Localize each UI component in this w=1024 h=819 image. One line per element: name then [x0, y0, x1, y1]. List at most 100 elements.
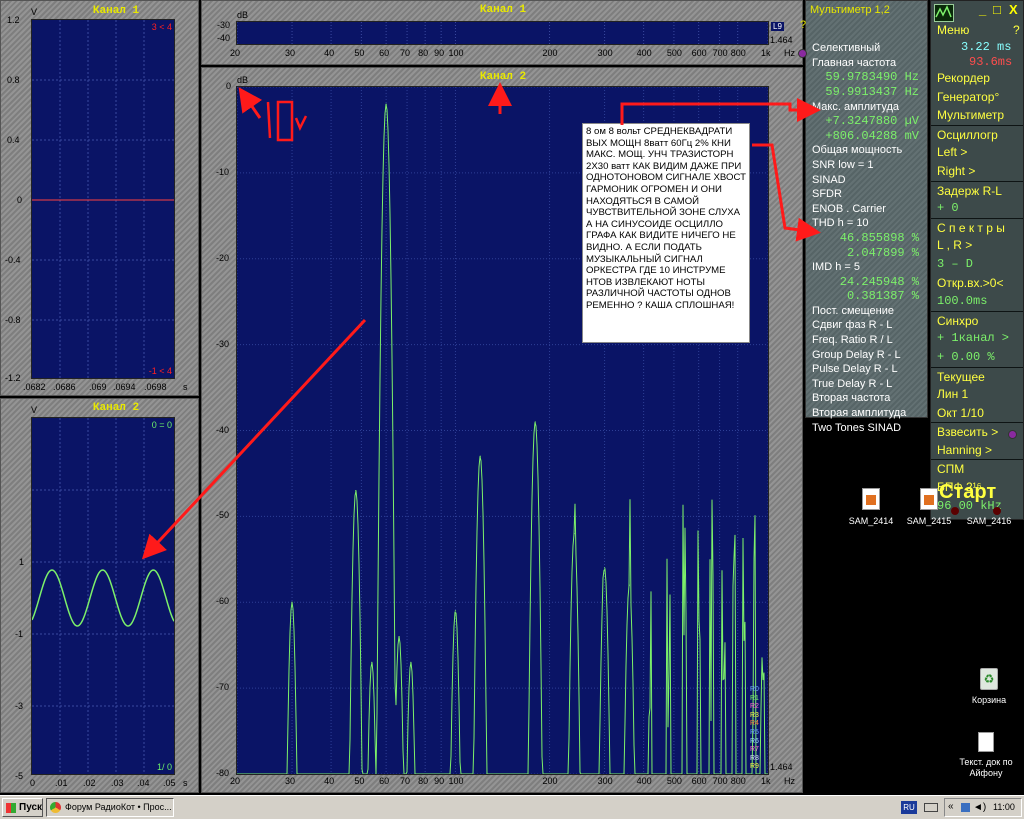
spectrum-peak: [398, 636, 400, 638]
legend-item[interactable]: R0: [748, 686, 768, 695]
multimeter-row[interactable]: Сдвиг фаз R - L: [812, 318, 927, 333]
menu-item[interactable]: Рекордер: [931, 69, 1023, 88]
spec1-y-unit: dB: [237, 10, 249, 20]
legend-item[interactable]: R4: [748, 720, 768, 729]
multimeter-row[interactable]: SINAD: [812, 173, 927, 188]
menu-item[interactable]: СПМ: [931, 459, 1023, 478]
spec1-xtick: 40: [324, 48, 335, 58]
menu-item[interactable]: Откр.вх.>0<: [931, 274, 1023, 293]
taskbar-window-button[interactable]: Форум РадиоКот • Прос...: [46, 798, 174, 817]
multimeter-row[interactable]: Вторая амплитуда: [812, 406, 927, 421]
start-menu-button[interactable]: Пуск: [2, 798, 43, 817]
spectrum-peak: [291, 601, 293, 603]
spec1-grid: [237, 22, 768, 44]
menu-item[interactable]: Right >: [931, 162, 1023, 181]
time-readout-2: 93.6ms: [969, 55, 1013, 69]
ch1-xtick: .0682: [23, 382, 46, 392]
menu-item[interactable]: Текущее: [931, 366, 1023, 386]
menu-item[interactable]: + 0: [931, 199, 1023, 218]
app-icon[interactable]: [934, 4, 954, 22]
volume-icon[interactable]: ◄): [973, 802, 986, 813]
ch2-xtick: .05: [163, 778, 176, 788]
desktop-file-icon[interactable]: SAM_2414: [848, 488, 894, 526]
menu-item[interactable]: Left >: [931, 143, 1023, 162]
desktop-icon-label: Текст. док по Айфону: [959, 757, 1013, 778]
close-button[interactable]: X: [1009, 2, 1018, 17]
spec1-ytick: -40: [217, 33, 231, 43]
multimeter-row[interactable]: Pulse Delay R - L: [812, 362, 927, 377]
menu-item[interactable]: Генератор°: [931, 88, 1023, 107]
legend-item[interactable]: R8: [748, 755, 768, 764]
legend-item[interactable]: R5: [748, 729, 768, 738]
tray: « ◄) 11:00: [944, 798, 1022, 817]
legend-item[interactable]: R3: [748, 712, 768, 721]
menu-item[interactable]: Hanning >: [931, 441, 1023, 460]
multimeter-row[interactable]: Главная частота: [812, 56, 927, 71]
ch2-marker-top: 0 = 0: [151, 420, 172, 430]
ch1-xtick: .0698: [144, 382, 167, 392]
multimeter-row[interactable]: Group Delay R - L: [812, 348, 927, 363]
menu-help-icon[interactable]: ?: [1013, 23, 1020, 37]
menu-item[interactable]: Задерж R-L: [931, 180, 1023, 200]
multimeter-row[interactable]: Вторая частота: [812, 391, 927, 406]
spec2-xtick: 90: [434, 776, 445, 786]
menu-item[interactable]: + 0.00 %: [931, 348, 1023, 367]
minimize-button[interactable]: _: [979, 2, 986, 17]
multimeter-row[interactable]: Общая мощность: [812, 143, 927, 158]
legend-item[interactable]: R9: [748, 763, 768, 772]
keyboard-icon[interactable]: [924, 803, 938, 812]
multimeter-row[interactable]: Two Tones SINAD: [812, 421, 927, 436]
legend-item[interactable]: R1: [748, 695, 768, 704]
menu-item[interactable]: Мультиметр: [931, 106, 1023, 125]
recycle-bin-icon[interactable]: ♻ Корзина: [966, 668, 1012, 705]
multimeter-row[interactable]: SNR low = 1: [812, 158, 927, 173]
tray-arrow-icon[interactable]: «: [948, 801, 954, 812]
legend-item[interactable]: R6: [748, 738, 768, 747]
language-indicator[interactable]: RU: [901, 801, 917, 814]
multimeter-row[interactable]: Пост. смещение: [812, 304, 927, 319]
spectrum-peak: [371, 661, 373, 663]
menu-button[interactable]: Меню: [937, 23, 969, 37]
multimeter-row[interactable]: Селективный: [812, 41, 927, 56]
spectrum-peak: [454, 610, 457, 612]
menu-item[interactable]: Синхро: [931, 310, 1023, 330]
menu-item[interactable]: L , R >: [931, 236, 1023, 255]
multimeter-row[interactable]: IMD h = 5: [812, 260, 927, 275]
spectrum-peak: [410, 661, 412, 663]
network-icon[interactable]: [961, 803, 970, 812]
legend-item[interactable]: R7: [748, 746, 768, 755]
ch2-osc-panel: Канал 2 V 0 = 0 1/ 0 1 -1 -3 -5 0 .01 .0…: [0, 398, 199, 793]
spm-led-icon[interactable]: [1008, 430, 1017, 439]
desktop-file-icon[interactable]: SAM_2416: [966, 488, 1012, 526]
desktop-file-icon[interactable]: SAM_2415: [906, 488, 952, 526]
multimeter-row[interactable]: ENOB . Carrier: [812, 202, 927, 217]
spec2-xtick: 100: [448, 776, 464, 786]
menu-item[interactable]: + 1канал >: [931, 329, 1023, 348]
menu-item[interactable]: Осциллогр: [931, 124, 1023, 144]
menu-item[interactable]: 3 – D: [931, 255, 1023, 274]
text-document-icon[interactable]: Текст. док по Айфону: [950, 732, 1022, 779]
menu-item[interactable]: 100.0ms: [931, 292, 1023, 311]
spec2-title: Канал 2: [479, 71, 527, 83]
spec1-legend[interactable]: L9: [771, 22, 784, 31]
multimeter-row[interactable]: Макс. амплитуда: [812, 100, 927, 115]
spec2-xtick: 60: [379, 776, 390, 786]
multimeter-help-icon[interactable]: ?: [800, 18, 921, 33]
desktop-icon-label: SAM_2414: [848, 516, 894, 526]
multimeter-row[interactable]: True Delay R - L: [812, 377, 927, 392]
menu-item[interactable]: Лин 1: [931, 385, 1023, 404]
multimeter-row[interactable]: SFDR: [812, 187, 927, 202]
menu-item[interactable]: С п е к т р ы: [931, 217, 1023, 237]
spec2-side-value: 1.464: [770, 762, 793, 772]
maximize-button[interactable]: □: [993, 2, 1001, 17]
multimeter-row[interactable]: Freq. Ratio R / L: [812, 333, 927, 348]
multimeter-row: 24.245948 %: [839, 274, 919, 289]
legend-item[interactable]: R2: [748, 703, 768, 712]
spectrum-peak: [573, 532, 575, 535]
multimeter-row[interactable]: THD h = 10: [812, 216, 927, 231]
spec2-xtick: 80: [418, 776, 429, 786]
ch2-osc-plot: 0 = 0 1/ 0: [31, 417, 175, 775]
ch1-osc-panel: Канал 1 V 3 < 4 -1 < 4 1.2 0.8 0.4 0 -0.…: [0, 0, 199, 396]
spec1-xtick: 70: [400, 48, 411, 58]
menu-item[interactable]: Окт 1/10: [931, 404, 1023, 423]
